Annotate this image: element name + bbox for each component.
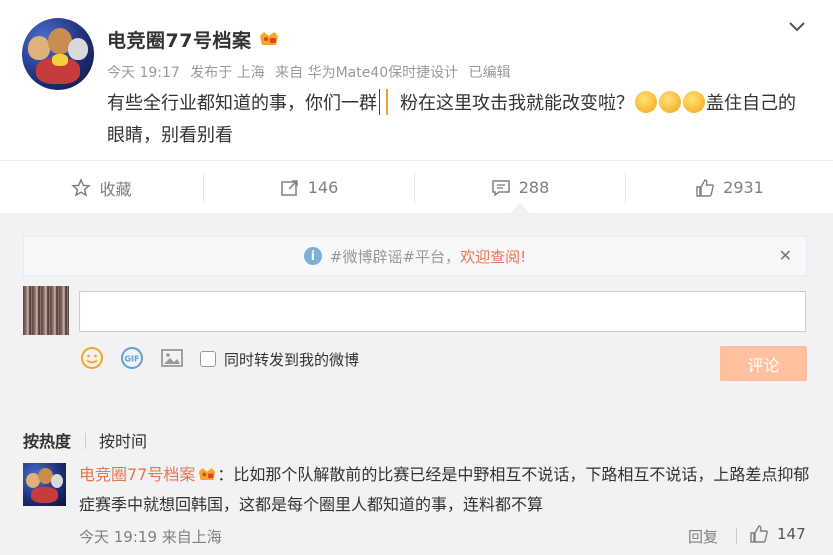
my-avatar[interactable] xyxy=(23,286,69,335)
comment-author-avatar[interactable] xyxy=(23,463,66,506)
comment-sort-tabs: 按热度 按时间 xyxy=(23,428,147,452)
thumbs-up-icon xyxy=(750,525,768,543)
post-content: 有些全行业都知道的事，你们一群 粉在这里攻击我就能改变啦？ 盖住自己的眼睛，别看别看 xyxy=(107,88,807,152)
redacted-mark xyxy=(379,89,380,115)
repost-checkbox-label[interactable]: 同时转发到我的微博 xyxy=(224,349,359,370)
tab-sort-time[interactable]: 按时间 xyxy=(99,432,147,451)
divider xyxy=(736,528,737,544)
repost-count: 146 xyxy=(307,178,339,197)
notice-prefix: #微博辟谣#平台， xyxy=(329,247,461,266)
comment-icon xyxy=(491,179,510,196)
chevron-down-icon[interactable] xyxy=(787,20,807,34)
weibo-post: 电竞圈77号档案 今天 19:17 发布于 上海 来自 华为Mate40保时捷设… xyxy=(0,0,833,160)
post-source[interactable]: 来自 华为Mate40保时捷设计 xyxy=(275,65,458,81)
gif-icon[interactable]: GIF xyxy=(120,346,144,370)
redacted-mark xyxy=(386,89,388,115)
favorite-button[interactable]: 收藏 xyxy=(0,161,203,214)
like-count: 2931 xyxy=(723,178,764,197)
favorite-label: 收藏 xyxy=(99,179,132,199)
vip-badge-icon[interactable] xyxy=(258,30,280,48)
notice-link[interactable]: 欢迎查阅! xyxy=(460,246,526,267)
emoji-icon xyxy=(683,91,705,113)
post-action-bar: 收藏 146 288 2931 xyxy=(0,160,833,213)
svg-text:GIF: GIF xyxy=(124,355,139,364)
post-location: 发布于 上海 xyxy=(190,65,265,81)
repost-checkbox[interactable] xyxy=(200,351,216,367)
comment-item: 电竞圈77号档案 ：比如那个队解散前的比赛已经是中野相互不说话，下路相互不说话，… xyxy=(79,460,814,520)
comment-section-caret xyxy=(510,203,530,213)
post-time[interactable]: 今天 19:17 xyxy=(107,65,180,81)
emoji-icon[interactable] xyxy=(80,346,104,370)
vip-badge-icon[interactable] xyxy=(197,466,217,483)
post-edited[interactable]: 已编辑 xyxy=(469,65,511,81)
post-meta: 今天 19:17 发布于 上海 来自 华为Mate40保时捷设计 已编辑 xyxy=(107,62,517,82)
star-icon xyxy=(71,177,92,197)
submit-comment-button[interactable]: 评论 xyxy=(720,346,807,381)
close-icon[interactable]: ✕ xyxy=(779,246,792,265)
like-button[interactable]: 2931 xyxy=(626,161,833,214)
repost-icon xyxy=(280,179,298,196)
post-content-part1: 有些全行业都知道的事，你们一群 xyxy=(107,93,377,114)
comment-time: 今天 19:19 来自上海 xyxy=(79,528,222,546)
image-icon[interactable] xyxy=(160,346,184,370)
emoji-icon xyxy=(659,91,681,113)
repost-button[interactable]: 146 xyxy=(204,161,414,214)
thumbs-up-icon xyxy=(696,178,715,197)
rumor-notice-banner[interactable]: i #微博辟谣#平台， 欢迎查阅! ✕ xyxy=(23,236,807,276)
emoji-icon xyxy=(635,91,657,113)
reply-button[interactable]: 回复 xyxy=(688,526,718,547)
divider xyxy=(85,433,87,449)
post-content-part2: 粉在这里攻击我就能改变啦？ xyxy=(400,93,634,114)
comment-count: 288 xyxy=(518,178,550,197)
info-icon: i xyxy=(303,247,322,265)
tab-sort-hot[interactable]: 按热度 xyxy=(23,432,71,451)
comment-author-name[interactable]: 电竞圈77号档案 xyxy=(79,465,195,484)
comment-like-button[interactable]: 147 xyxy=(749,524,806,544)
comment-input[interactable] xyxy=(79,291,806,332)
author-name[interactable]: 电竞圈77号档案 xyxy=(107,26,251,53)
author-avatar[interactable] xyxy=(22,18,94,90)
comment-like-count: 147 xyxy=(777,525,806,543)
